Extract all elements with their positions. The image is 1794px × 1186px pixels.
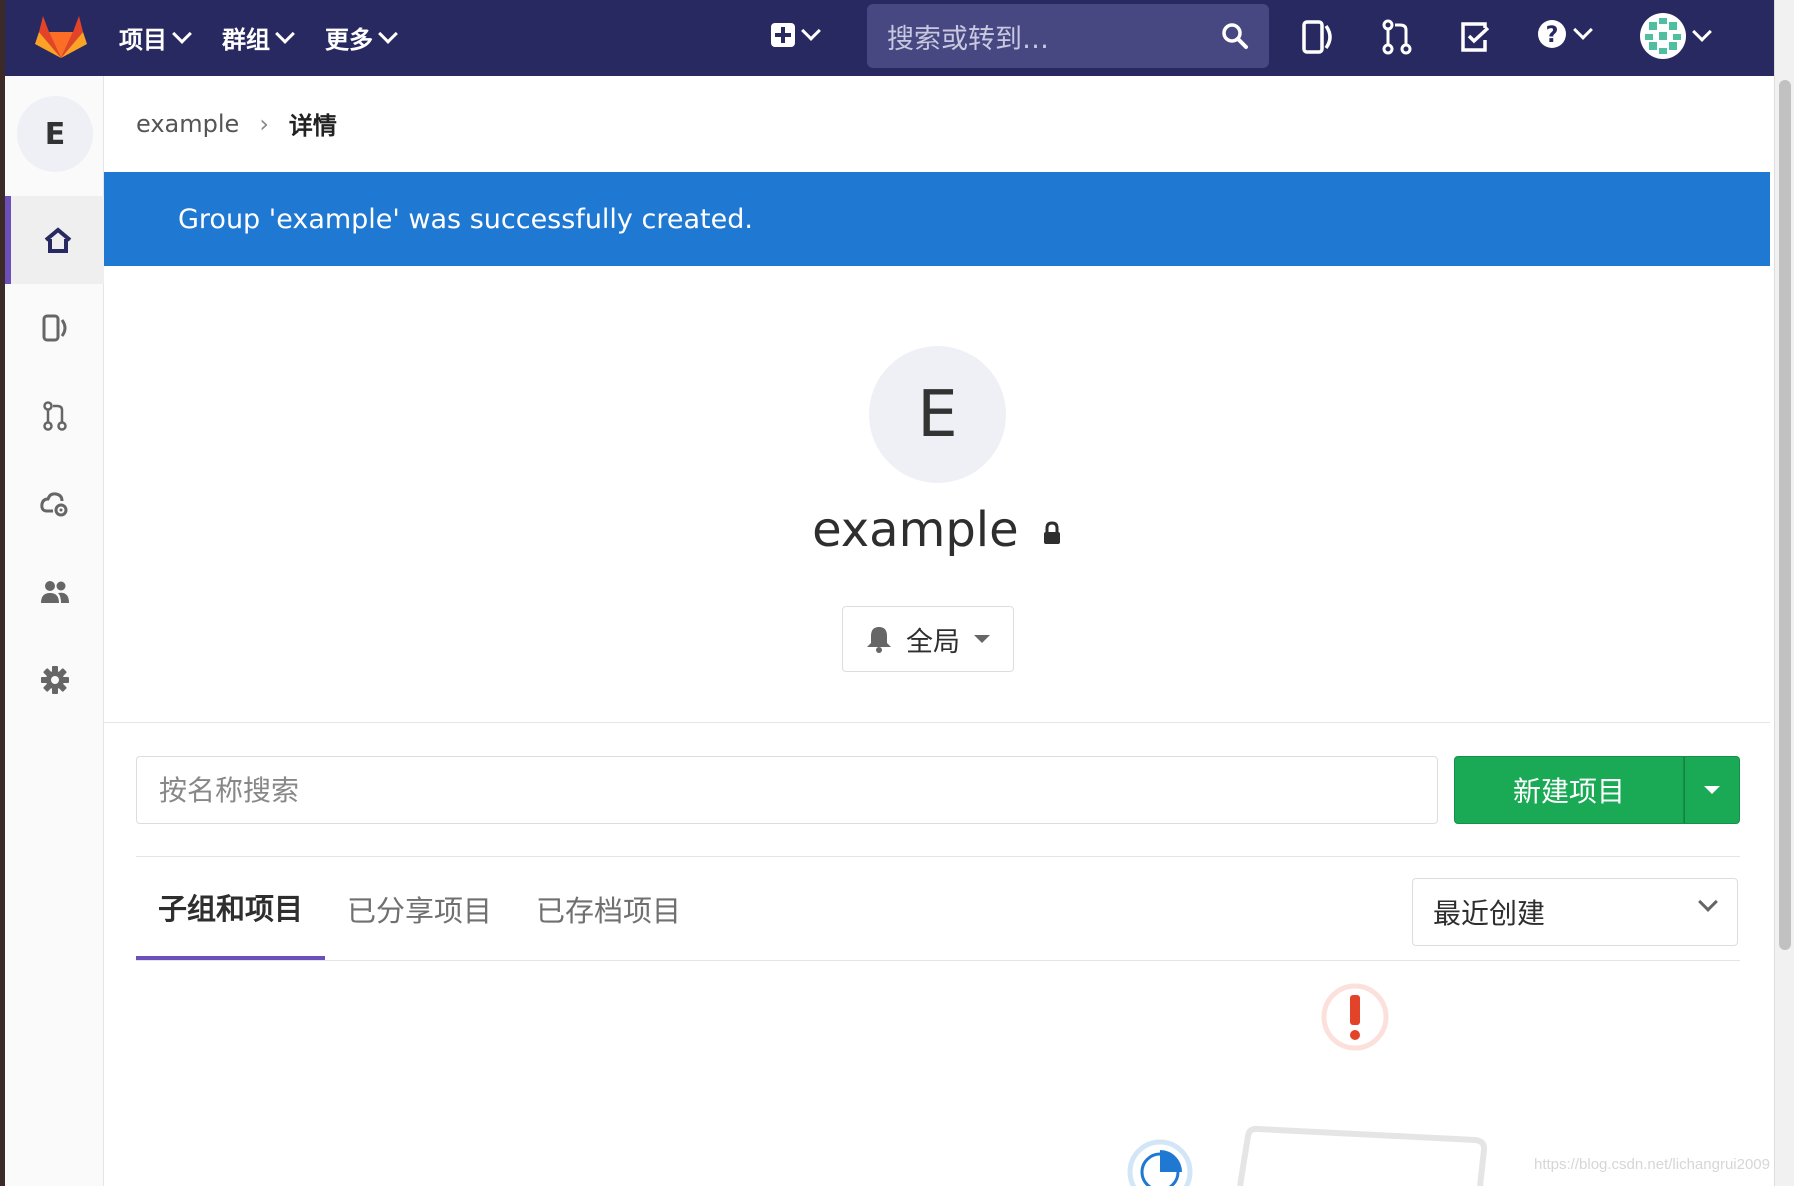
issues-icon[interactable] — [1301, 18, 1335, 56]
new-item-dropdown[interactable] — [770, 21, 821, 48]
sidebar-item-kubernetes[interactable] — [5, 460, 104, 548]
new-project-label: 新建项目 — [1512, 775, 1625, 808]
merge-request-icon[interactable] — [1380, 18, 1414, 56]
global-search-placeholder: 搜索或转到… — [887, 23, 1049, 55]
global-search-input[interactable]: 搜索或转到… — [867, 4, 1269, 68]
sort-dropdown[interactable]: 最近创建 — [1412, 878, 1738, 946]
chevron-down-icon — [1698, 892, 1718, 912]
group-sidebar: E — [5, 76, 104, 1186]
caret-down-icon — [974, 635, 990, 643]
group-title: example — [104, 502, 1770, 558]
breadcrumb-separator-icon: › — [259, 109, 269, 138]
scrollbar[interactable] — [1774, 0, 1794, 1186]
tab-subgroups-and-projects[interactable]: 子组和项目 — [136, 858, 326, 960]
help-dropdown[interactable]: ? — [1536, 18, 1593, 50]
nav-groups-label: 群组 — [222, 26, 270, 54]
chevron-down-icon — [1573, 20, 1593, 40]
user-avatar — [1640, 13, 1686, 59]
notification-level-label: 全局 — [906, 626, 960, 658]
sidebar-group-avatar[interactable]: E — [17, 96, 93, 172]
chevron-down-icon — [172, 23, 192, 44]
home-icon — [44, 227, 71, 253]
breadcrumb: example › 详情 — [136, 106, 337, 141]
nav-projects-dropdown[interactable]: 项目 — [119, 20, 192, 55]
flash-message: Group 'example' was successfully created… — [178, 203, 753, 235]
empty-state-illustration — [1127, 983, 1488, 1186]
watermark: https://blog.csdn.net/lichangrui2009 — [1534, 1156, 1770, 1173]
tab-archived-projects[interactable]: 已存档项目 — [514, 858, 703, 960]
breadcrumb-group-link[interactable]: example — [136, 110, 239, 138]
caret-down-icon — [1704, 786, 1720, 794]
divider — [136, 856, 1740, 857]
gear-icon — [40, 666, 69, 694]
sidebar-group-initial: E — [44, 116, 66, 152]
nav-more-label: 更多 — [325, 26, 373, 54]
merge-request-icon — [42, 401, 67, 431]
sort-selected-label: 最近创建 — [1433, 897, 1546, 930]
sidebar-item-members[interactable] — [5, 548, 104, 636]
tab-label: 已存档项目 — [536, 894, 682, 928]
sidebar-item-settings[interactable] — [5, 636, 104, 724]
plus-square-icon — [771, 23, 795, 47]
chevron-down-icon — [275, 23, 295, 44]
filter-by-name-input[interactable] — [136, 756, 1438, 824]
user-menu-dropdown[interactable] — [1639, 12, 1712, 60]
gitlab-logo-icon[interactable] — [35, 12, 87, 60]
top-navbar: 项目 群组 更多 搜索或转到… ? — [5, 0, 1774, 76]
group-initial: E — [917, 377, 958, 452]
divider — [104, 722, 1770, 723]
nav-projects-label: 项目 — [119, 26, 167, 54]
sidebar-item-overview[interactable] — [5, 196, 104, 284]
new-project-dropdown-toggle[interactable] — [1684, 756, 1740, 824]
tab-label: 子组和项目 — [158, 892, 304, 926]
nav-groups-dropdown[interactable]: 群组 — [222, 20, 295, 55]
group-avatar: E — [869, 346, 1006, 483]
bell-icon — [867, 627, 891, 653]
cloud-gear-icon — [39, 492, 67, 517]
question-circle-icon: ? — [1538, 20, 1566, 48]
sidebar-item-merge-requests[interactable] — [5, 372, 104, 460]
group-content-tabs: 子组和项目 已分享项目 已存档项目 — [136, 858, 703, 960]
new-project-button[interactable]: 新建项目 — [1454, 756, 1684, 824]
tab-label: 已分享项目 — [347, 894, 493, 928]
todo-icon[interactable] — [1458, 18, 1492, 56]
members-icon — [40, 581, 69, 603]
group-name: example — [812, 502, 1019, 558]
notification-settings-button[interactable]: 全局 — [842, 606, 1014, 672]
nav-more-dropdown[interactable]: 更多 — [325, 20, 398, 55]
chevron-down-icon — [378, 23, 398, 44]
svg-text:?: ? — [1546, 23, 1559, 48]
scrollbar-thumb[interactable] — [1779, 80, 1791, 950]
sidebar-item-issues[interactable] — [5, 284, 104, 372]
flash-notice: Group 'example' was successfully created… — [104, 172, 1770, 266]
chevron-down-icon — [801, 21, 821, 41]
chevron-down-icon — [1692, 22, 1712, 42]
search-icon — [1222, 23, 1248, 49]
issues-icon — [42, 314, 66, 342]
lock-icon — [1043, 521, 1060, 544]
tab-shared-projects[interactable]: 已分享项目 — [325, 858, 514, 960]
breadcrumb-current: 详情 — [288, 112, 337, 140]
